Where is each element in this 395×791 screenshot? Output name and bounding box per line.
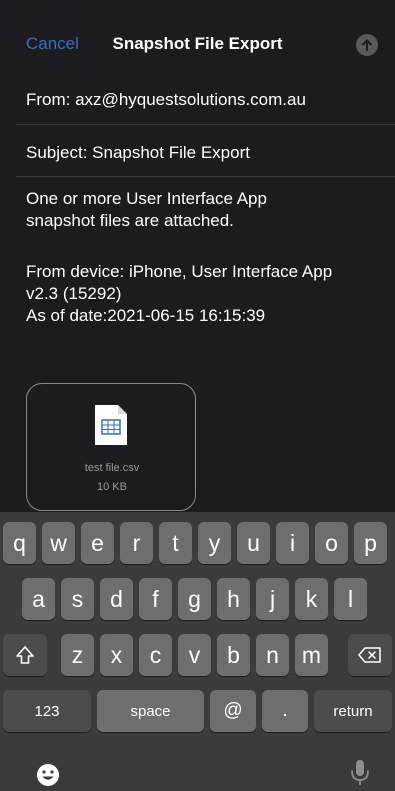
key-h[interactable]: h [217,578,250,620]
shift-icon [16,646,34,664]
emoji-icon [37,764,59,786]
return-key[interactable]: return [314,690,392,732]
body-line: From device: iPhone, User Interface App [26,262,333,281]
key-a[interactable]: a [22,578,55,620]
key-t[interactable]: t [159,522,192,564]
dot-key[interactable]: . [262,690,308,732]
key-j[interactable]: j [256,578,289,620]
from-field[interactable]: From: axz@hyquestsolutions.com.au [26,90,306,110]
backspace-icon [358,647,381,663]
key-l[interactable]: l [334,578,367,620]
divider [16,124,395,125]
key-c[interactable]: c [139,634,172,676]
delete-key[interactable] [348,634,392,676]
key-u[interactable]: u [237,522,270,564]
body-line: v2.3 (15292) [26,284,122,303]
body-line: One or more User Interface App [26,189,267,208]
key-b[interactable]: b [217,634,250,676]
key-p[interactable]: p [354,522,387,564]
key-x[interactable]: x [100,634,133,676]
space-key[interactable]: space [97,690,204,732]
arrow-up-icon [362,39,372,51]
key-q[interactable]: q [3,522,36,564]
key-z[interactable]: z [61,634,94,676]
key-y[interactable]: y [198,522,231,564]
key-v[interactable]: v [178,634,211,676]
navigation-bar: Cancel Snapshot File Export [0,0,395,90]
attachment-name: test file.csv [84,462,140,474]
at-key[interactable]: @ [210,690,256,732]
spreadsheet-file-icon [95,405,127,445]
key-r[interactable]: r [120,522,153,564]
shift-key[interactable] [3,634,47,676]
key-w[interactable]: w [42,522,75,564]
microphone-icon [351,760,369,785]
key-k[interactable]: k [295,578,328,620]
subject-field[interactable]: Subject: Snapshot File Export [26,143,250,163]
body-line: As of date:2021-06-15 16:15:39 [26,306,266,325]
attachment-card[interactable]: test file.csv 10 KB [26,383,196,511]
dictation-button[interactable] [349,759,371,787]
key-g[interactable]: g [178,578,211,620]
key-i[interactable]: i [276,522,309,564]
key-d[interactable]: d [100,578,133,620]
body-line: snapshot files are attached. [26,211,234,230]
key-o[interactable]: o [315,522,348,564]
page-title: Snapshot File Export [112,34,283,53]
key-m[interactable]: m [295,634,328,676]
keyboard: q w e r t y u i o p a s d f g h j k l z … [0,512,395,791]
divider [16,176,395,177]
key-n[interactable]: n [256,634,289,676]
emoji-button[interactable] [36,763,60,787]
attachment-size: 10 KB [97,481,127,493]
numbers-key[interactable]: 123 [3,690,91,732]
key-f[interactable]: f [139,578,172,620]
key-e[interactable]: e [81,522,114,564]
key-s[interactable]: s [61,578,94,620]
send-button[interactable] [356,34,378,56]
